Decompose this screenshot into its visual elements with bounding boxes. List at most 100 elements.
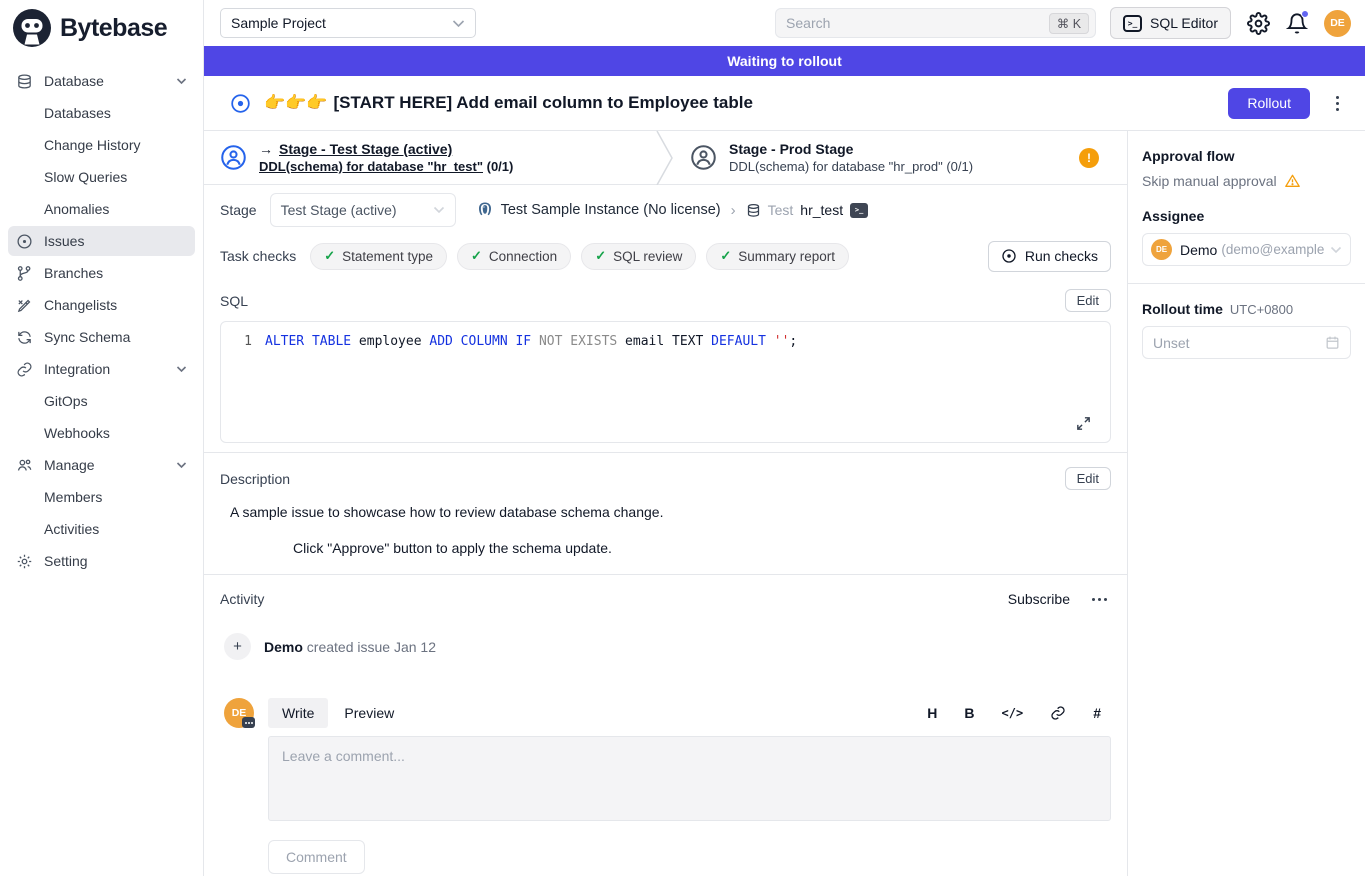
sql-edit-button[interactable]: Edit <box>1065 289 1111 312</box>
task-checks-label: Task checks <box>220 248 296 264</box>
check-sql-review[interactable]: ✓ SQL review <box>581 243 696 270</box>
rollout-button[interactable]: Rollout <box>1228 88 1310 119</box>
sidebar-item-issues[interactable]: Issues <box>8 226 195 256</box>
rollout-time-input[interactable]: Unset <box>1142 326 1351 359</box>
sidebar-item-setting[interactable]: Setting <box>8 546 195 576</box>
sidebar-item-change-history[interactable]: Change History <box>8 130 195 160</box>
issue-status-icon <box>230 93 251 114</box>
sidebar-item-database[interactable]: Database <box>8 66 195 96</box>
tab-write[interactable]: Write <box>268 698 328 728</box>
brand-name: Bytebase <box>60 14 167 43</box>
line-number: 1 <box>221 334 265 349</box>
check-pass-icon: ✓ <box>324 248 335 264</box>
database-name[interactable]: hr_test <box>800 202 843 218</box>
task-checks-row: Task checks ✓ Statement type ✓ Connectio… <box>204 237 1127 275</box>
chevron-down-icon <box>1330 246 1342 254</box>
breadcrumb-separator: › <box>731 202 736 219</box>
sql-editor[interactable]: 1ALTER TABLE employee ADD COLUMN IF NOT … <box>220 321 1111 443</box>
description-edit-button[interactable]: Edit <box>1065 467 1111 490</box>
sidebar-item-anomalies[interactable]: Anomalies <box>8 194 195 224</box>
chevron-down-icon <box>176 461 187 469</box>
stage-attention-icon: ! <box>1079 148 1099 168</box>
activity-entry: + Demo created issue Jan 12 <box>224 633 1111 660</box>
stage-test-title[interactable]: Stage - Test Stage (active) <box>279 141 452 157</box>
stage-separator-chevron <box>656 131 674 184</box>
check-statement-type[interactable]: ✓ Statement type <box>310 243 447 270</box>
plus-icon: + <box>224 633 251 660</box>
sidebar-item-changelists[interactable]: Changelists <box>8 290 195 320</box>
sql-editor-button[interactable]: >_ SQL Editor <box>1110 7 1231 39</box>
activity-more-icon[interactable] <box>1088 594 1111 605</box>
more-options-kebab-icon[interactable] <box>1332 92 1343 115</box>
sidebar-item-webhooks[interactable]: Webhooks <box>8 418 195 448</box>
terminal-icon: >_ <box>1123 15 1142 32</box>
link-icon[interactable] <box>1050 705 1066 721</box>
assignee-label: Assignee <box>1142 208 1351 224</box>
search-box[interactable]: ⌘ K <box>775 8 1096 38</box>
comment-input[interactable] <box>268 736 1111 821</box>
database-breadcrumb: Test Sample Instance (No license) › Test… <box>476 201 869 219</box>
sidebar-item-members[interactable]: Members <box>8 482 195 512</box>
stage-prod-subtitle: DDL(schema) for database "hr_prod" (0/1) <box>729 159 973 174</box>
sidebar-item-activities[interactable]: Activities <box>8 514 195 544</box>
check-pass-icon: ✓ <box>720 248 731 264</box>
comment-editor-block: DE Write Preview H B </> # Comment <box>224 698 1111 874</box>
markdown-toolbar: H B </> # <box>927 705 1111 721</box>
heading-icon[interactable]: H <box>927 705 937 721</box>
topbar: Sample Project ⌘ K >_ SQL Editor DE <box>204 0 1365 46</box>
sidebar-item-slow-queries[interactable]: Slow Queries <box>8 162 195 192</box>
stage-person-icon-active <box>220 144 247 171</box>
changelist-icon <box>16 297 33 314</box>
subscribe-button[interactable]: Subscribe <box>1008 591 1070 607</box>
activity-header: Activity Subscribe <box>204 575 1127 607</box>
notifications-bell-icon[interactable] <box>1286 12 1308 35</box>
comment-editor-tabs: Write Preview H B </> # <box>268 698 1111 728</box>
postgresql-icon <box>476 201 494 219</box>
comment-submit-button[interactable]: Comment <box>268 840 365 874</box>
hash-icon[interactable]: # <box>1093 705 1101 721</box>
run-icon <box>1001 248 1017 264</box>
stage-selector-label: Stage <box>220 202 257 218</box>
comment-bubble-icon <box>242 717 255 728</box>
open-sql-editor-icon[interactable]: >_ <box>850 203 868 218</box>
sidebar-item-integration[interactable]: Integration <box>8 354 195 384</box>
settings-gear-icon[interactable] <box>1247 12 1270 35</box>
rollout-time-label: Rollout time <box>1142 301 1223 317</box>
fullscreen-expand-icon[interactable] <box>1075 415 1092 432</box>
issue-main: → Stage - Test Stage (active) DDL(schema… <box>204 131 1128 876</box>
sql-label: SQL <box>220 293 248 309</box>
stage-prod-cell[interactable]: Stage - Prod Stage DDL(schema) for datab… <box>674 131 1127 184</box>
issue-sidebar: Approval flow Skip manual approval Assig… <box>1128 131 1365 876</box>
stage-test-cell[interactable]: → Stage - Test Stage (active) DDL(schema… <box>204 131 656 184</box>
branch-icon <box>16 265 33 282</box>
stage-test-subtitle[interactable]: DDL(schema) for database "hr_test" <box>259 159 483 174</box>
tab-preview[interactable]: Preview <box>330 698 408 728</box>
description-section-header: Description Edit <box>204 453 1127 490</box>
check-connection[interactable]: ✓ Connection <box>457 243 571 270</box>
stage-select[interactable]: Test Stage (active) <box>270 193 456 227</box>
assignee-select[interactable]: DE Demo (demo@example <box>1142 233 1351 266</box>
user-avatar[interactable]: DE <box>1324 10 1351 37</box>
database-cylinder-icon <box>746 203 761 218</box>
run-checks-button[interactable]: Run checks <box>988 241 1111 272</box>
search-input[interactable] <box>786 15 1049 31</box>
project-select[interactable]: Sample Project <box>220 8 476 38</box>
sql-code-line: 1ALTER TABLE employee ADD COLUMN IF NOT … <box>221 322 1110 349</box>
rollout-timezone: UTC+0800 <box>1230 302 1293 317</box>
panel-divider <box>1128 283 1365 284</box>
instance-name[interactable]: Test Sample Instance (No license) <box>501 202 721 218</box>
sidebar-item-gitops[interactable]: GitOps <box>8 386 195 416</box>
approval-flow-label: Approval flow <box>1142 148 1351 164</box>
code-icon[interactable]: </> <box>1002 706 1024 720</box>
sidebar-item-manage[interactable]: Manage <box>8 450 195 480</box>
bold-icon[interactable]: B <box>964 705 974 721</box>
sidebar-item-databases[interactable]: Databases <box>8 98 195 128</box>
bytebase-logo[interactable]: Bytebase <box>0 0 203 54</box>
setting-gear-icon <box>16 553 33 570</box>
sidebar-item-sync-schema[interactable]: Sync Schema <box>8 322 195 352</box>
description-body: A sample issue to showcase how to review… <box>204 490 1127 574</box>
sidebar-item-branches[interactable]: Branches <box>8 258 195 288</box>
integration-icon <box>16 361 33 378</box>
chevron-down-icon <box>176 365 187 373</box>
check-summary-report[interactable]: ✓ Summary report <box>706 243 849 270</box>
